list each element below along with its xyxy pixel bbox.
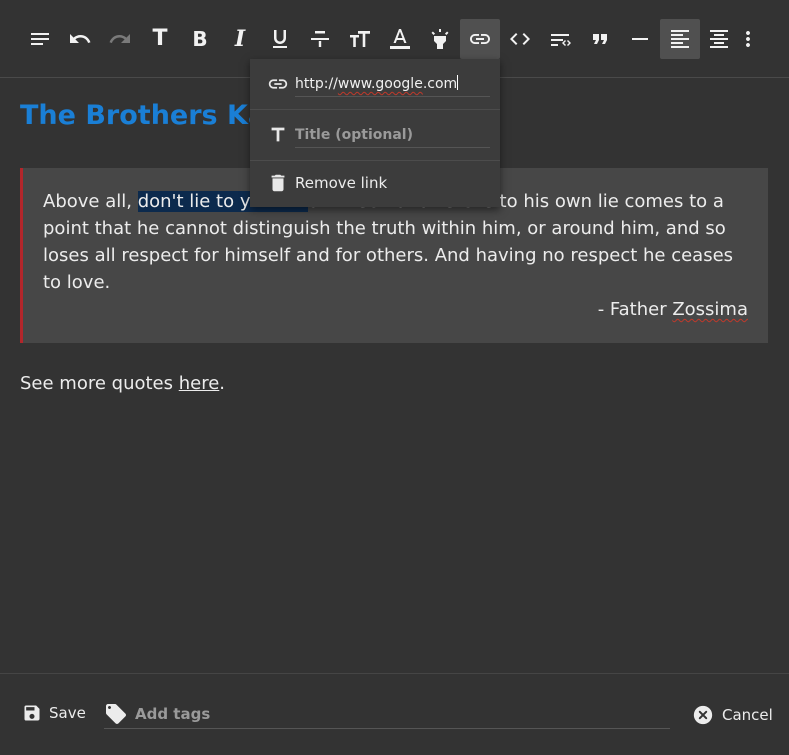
- heading-button[interactable]: T: [140, 19, 180, 59]
- more-quotes-text: See more quotes: [20, 373, 179, 394]
- quote-icon: [593, 34, 607, 44]
- url-misspelled: www.google: [337, 76, 423, 92]
- strikethrough-icon: [311, 31, 329, 47]
- trash-icon: [266, 171, 290, 195]
- inline-code-icon: [510, 33, 530, 45]
- heading-icon: T: [152, 26, 168, 51]
- remove-link-button[interactable]: Remove link: [250, 159, 500, 207]
- font-size-icon: [350, 31, 370, 47]
- more-quotes-paragraph: See more quotes here.: [20, 370, 225, 397]
- highlight-button[interactable]: [420, 19, 460, 59]
- italic-icon: I: [234, 26, 246, 52]
- italic-button[interactable]: I: [220, 19, 260, 59]
- link-url-input[interactable]: http://www.google.com: [295, 71, 490, 97]
- underline-icon: [273, 30, 287, 48]
- save-icon: [24, 705, 40, 721]
- horizontal-rule-icon: [632, 38, 648, 40]
- align-left-button[interactable]: [660, 19, 700, 59]
- align-left-icon: [671, 30, 689, 48]
- bold-icon: B: [192, 27, 208, 51]
- tags-input[interactable]: Add tags: [104, 700, 670, 729]
- strikethrough-button[interactable]: [300, 19, 340, 59]
- link-popup: http://www.google.com Title (optional) R…: [250, 59, 500, 207]
- inline-code-button[interactable]: [500, 19, 540, 59]
- link-icon: [266, 72, 290, 96]
- editor-footer: Save Add tags Cancel: [0, 673, 789, 755]
- tag-icon: [106, 704, 126, 724]
- more-icon: [746, 31, 750, 47]
- author-prefix: - Father: [597, 299, 673, 320]
- cancel-button[interactable]: Cancel: [692, 704, 773, 726]
- text-caret: [457, 75, 459, 90]
- paragraph-format-button[interactable]: [20, 19, 60, 59]
- text-color-button[interactable]: [380, 19, 420, 59]
- font-size-button[interactable]: [340, 19, 380, 59]
- text-color-icon: [390, 29, 410, 49]
- redo-icon: [109, 34, 130, 43]
- document-title[interactable]: The Brothers Ka: [20, 100, 266, 131]
- save-label: Save: [49, 704, 86, 722]
- link-url-row: http://www.google.com: [250, 59, 500, 109]
- code-block-icon: [551, 34, 571, 46]
- redo-button[interactable]: [100, 19, 140, 59]
- bold-button[interactable]: B: [180, 19, 220, 59]
- link-title-row: Title (optional): [250, 110, 500, 160]
- underline-button[interactable]: [260, 19, 300, 59]
- url-suffix: .com: [422, 76, 458, 92]
- author-name: Zossima: [672, 299, 748, 320]
- quotes-link[interactable]: here: [179, 373, 220, 394]
- quote-text-before: Above all,: [43, 191, 138, 212]
- undo-icon: [70, 34, 91, 43]
- save-button[interactable]: Save: [22, 703, 86, 723]
- highlight-icon: [431, 29, 449, 49]
- paragraph-icon: [31, 33, 49, 45]
- url-prefix: http://: [295, 76, 338, 92]
- tags-placeholder: Add tags: [135, 705, 211, 723]
- cancel-label: Cancel: [722, 706, 773, 724]
- horizontal-rule-button[interactable]: [620, 19, 660, 59]
- more-quotes-end: .: [219, 373, 226, 394]
- blockquote-button[interactable]: [580, 19, 620, 59]
- link-icon: [470, 34, 490, 44]
- link-title-input[interactable]: Title (optional): [295, 122, 490, 148]
- code-block-button[interactable]: [540, 19, 580, 59]
- more-options-button[interactable]: [728, 19, 768, 59]
- close-circle-icon: [693, 705, 713, 725]
- quote-author: - Father Zossima: [43, 296, 748, 323]
- undo-button[interactable]: [60, 19, 100, 59]
- remove-link-label: Remove link: [295, 174, 388, 192]
- link-button[interactable]: [460, 19, 500, 59]
- title-text-icon: [266, 123, 290, 147]
